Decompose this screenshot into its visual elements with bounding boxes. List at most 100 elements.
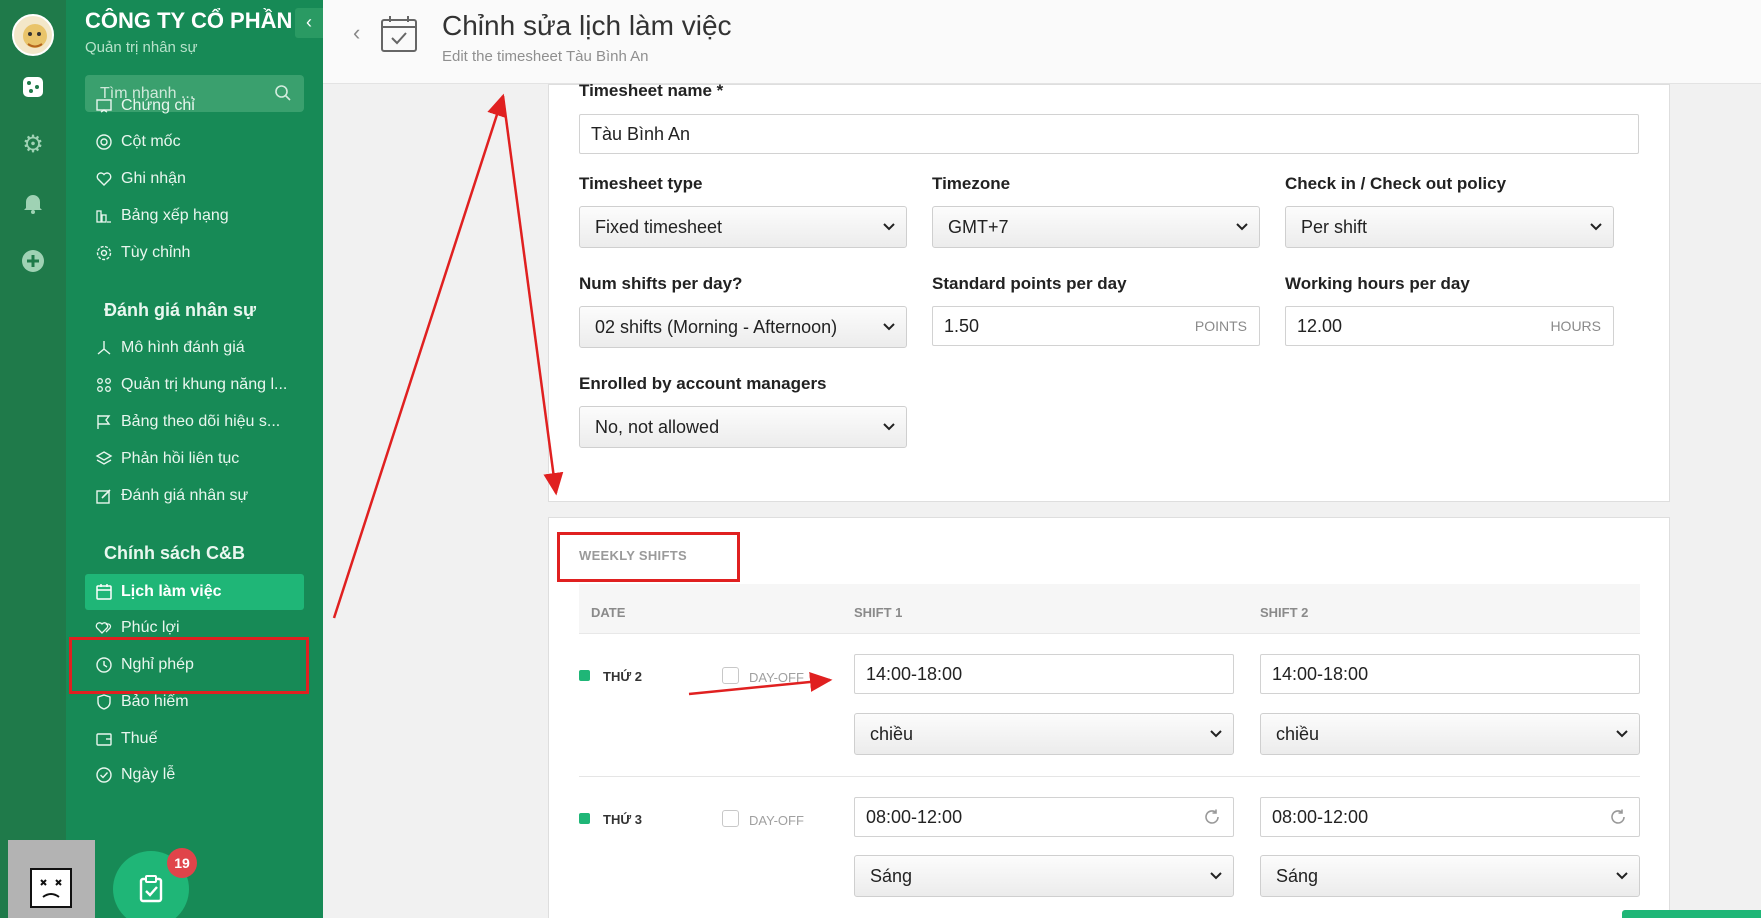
layers-icon: [95, 451, 113, 465]
shifts-per-day-select[interactable]: 02 shifts (Morning - Afternoon): [579, 306, 907, 348]
sidebar-item-hieu-suat[interactable]: Bảng theo dõi hiệu s...: [85, 404, 304, 440]
back-chevron-icon[interactable]: ‹: [353, 20, 360, 46]
calendar-icon: [96, 584, 112, 600]
bell-icon[interactable]: [20, 190, 46, 216]
shift-1-name-value: Sáng: [870, 866, 913, 886]
certificate-icon: [96, 99, 112, 113]
sidebar-item-danh-gia-nhan-su[interactable]: Đánh giá nhân sự: [85, 478, 304, 514]
row-divider: [579, 776, 1640, 777]
policy-value: Per shift: [1301, 217, 1368, 237]
sidebar-item-ngay-le[interactable]: Ngày lễ: [85, 757, 304, 793]
settings-icon: [96, 245, 112, 261]
shifts-per-day-label: Num shifts per day?: [579, 274, 743, 293]
flag-icon: [97, 415, 111, 429]
avatar[interactable]: [12, 14, 54, 56]
sidebar-item-label: Cột mốc: [121, 133, 181, 150]
shift-2-time-input[interactable]: 14:00-18:00: [1260, 654, 1640, 694]
sidebar-item-phan-hoi[interactable]: Phản hồi liên tục: [85, 441, 304, 477]
col-shift-1: SHIFT 1: [854, 605, 903, 620]
timesheet-type-label: Timesheet type: [579, 174, 703, 193]
sidebar-item-label: Thuế: [121, 730, 158, 747]
cube-icon[interactable]: [20, 74, 46, 100]
notification-badge: 19: [167, 848, 197, 878]
sidebar-item-ghi-nhan[interactable]: Ghi nhận: [85, 161, 304, 197]
sidebar-item-label: Phản hồi liên tục: [121, 450, 240, 467]
page-header: ‹ Chỉnh sửa lịch làm việc Edit the times…: [323, 0, 1761, 84]
timezone-select[interactable]: GMT+7: [932, 206, 1260, 248]
gear-icon[interactable]: ⚙: [20, 132, 46, 158]
col-shift-2: SHIFT 2: [1260, 605, 1309, 620]
hours-input[interactable]: 12.00 HOURS: [1285, 306, 1614, 346]
chevron-down-icon: [883, 323, 895, 331]
chevron-down-icon: [1616, 872, 1628, 880]
sidebar-item-label: Quản trị khung năng l...: [121, 376, 288, 393]
annotation-box-sidebar: [69, 637, 309, 694]
sidebar-item-label: Mô hình đánh giá: [121, 339, 245, 356]
sidebar-item-lich-lam-viec[interactable]: Lịch làm việc: [85, 574, 304, 610]
enrolled-value: No, not allowed: [595, 417, 720, 437]
annotation-box-weekly: [557, 532, 740, 582]
sidebar-item-label: Đánh giá nhân sự: [121, 487, 249, 504]
sidebar-item-label: Phúc lợi: [121, 619, 180, 636]
shift-1-time-input[interactable]: 08:00-12:00: [854, 797, 1234, 837]
sidebar-item-label: Tùy chỉnh: [121, 244, 191, 261]
points-value: 1.50: [944, 316, 980, 336]
shift-2-name-select[interactable]: Sáng: [1260, 855, 1640, 897]
hearts-icon: [95, 622, 112, 634]
shift-1-name-select[interactable]: Sáng: [854, 855, 1234, 897]
timezone-label: Timezone: [932, 174, 1011, 193]
edit-icon: [96, 489, 111, 504]
sidebar-item-cot-moc[interactable]: Cột mốc: [85, 124, 304, 160]
target-icon: [96, 134, 112, 150]
chevron-down-icon: [1236, 223, 1248, 231]
sidebar-item-khung-nang-luc[interactable]: Quản trị khung năng l...: [85, 367, 304, 403]
points-label: Standard points per day: [932, 274, 1127, 293]
shift-1-name-select[interactable]: chiều: [854, 713, 1234, 755]
sidebar: CÔNG TY CỔ PHẦN ... Quản trị nhân sự ‹ C…: [66, 0, 323, 918]
day-off-checkbox[interactable]: [722, 810, 739, 827]
timesheet-name-input[interactable]: Tàu Bình An: [579, 114, 1639, 154]
check-circle-icon: [96, 767, 112, 783]
heart-icon: [96, 172, 112, 186]
bottom-action-strip[interactable]: [1622, 910, 1761, 918]
app-rail: ⚙: [0, 0, 66, 918]
enrolled-select[interactable]: No, not allowed: [579, 406, 907, 448]
sidebar-item-bang-xep-hang[interactable]: Bảng xếp hạng: [85, 198, 304, 234]
policy-select[interactable]: Per shift: [1285, 206, 1614, 248]
sidebar-item-label: Bảo hiểm: [121, 693, 189, 710]
sidebar-item-mo-hinh-danh-gia[interactable]: Mô hình đánh giá: [85, 330, 304, 366]
hours-value: 12.00: [1297, 316, 1343, 336]
sidebar-item-thue[interactable]: Thuế: [85, 721, 304, 757]
wallet-icon: [96, 733, 112, 746]
col-date: DATE: [591, 605, 626, 620]
chevron-down-icon: [883, 223, 895, 231]
sidebar-item-tuy-chinh[interactable]: Tùy chỉnh: [85, 235, 304, 271]
sad-face-icon: [30, 868, 72, 908]
chevron-down-icon: [883, 423, 895, 431]
day-off-label: DAY-OFF: [749, 813, 804, 828]
page-subtitle: Edit the timesheet Tàu Bình An: [442, 48, 649, 65]
chevron-down-icon: [1590, 223, 1602, 231]
refresh-icon[interactable]: [1609, 808, 1627, 826]
chevron-down-icon: [1616, 730, 1628, 738]
timesheet-type-select[interactable]: Fixed timesheet: [579, 206, 907, 248]
day-status-dot: [579, 813, 590, 824]
shift-2-name-value: chiều: [1276, 724, 1320, 744]
clipboard-check-icon: [139, 875, 163, 903]
section-title-evaluation: Đánh giá nhân sự: [104, 300, 257, 320]
shift-2-time-input[interactable]: 08:00-12:00: [1260, 797, 1640, 837]
shift-1-time-input[interactable]: 14:00-18:00: [854, 654, 1234, 694]
timezone-value: GMT+7: [948, 217, 1009, 237]
day-off-checkbox[interactable]: [722, 667, 739, 684]
hours-label: Working hours per day: [1285, 274, 1470, 293]
plus-circle-icon[interactable]: [20, 248, 46, 274]
points-input[interactable]: 1.50 POINTS: [932, 306, 1260, 346]
sidebar-item-chung-chi[interactable]: Chứng chỉ: [85, 88, 304, 124]
refresh-icon[interactable]: [1203, 808, 1221, 826]
sidebar-item-label: Ghi nhận: [121, 170, 186, 187]
collapse-sidebar-button[interactable]: ‹: [295, 8, 323, 38]
day-label: THỨ 3: [603, 812, 642, 827]
enrolled-label: Enrolled by account managers: [579, 374, 827, 393]
company-name[interactable]: CÔNG TY CỔ PHẦN ...: [85, 8, 295, 34]
shift-2-name-select[interactable]: chiều: [1260, 713, 1640, 755]
